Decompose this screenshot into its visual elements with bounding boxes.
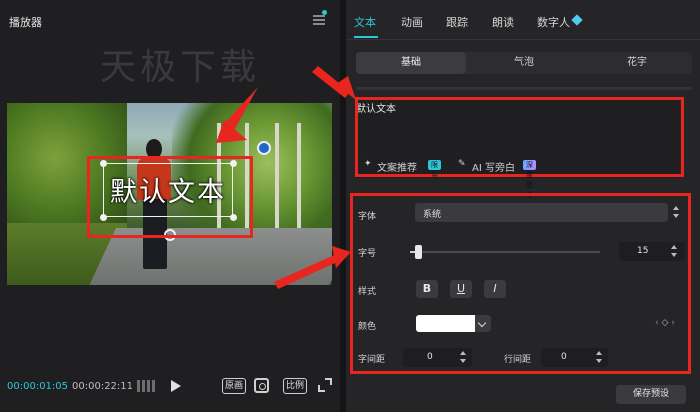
line-spacing-label: 行间距: [504, 355, 532, 365]
line-spacing-input[interactable]: 0: [541, 348, 608, 367]
size-label: 字号: [358, 249, 377, 259]
tab-tracking[interactable]: 跟踪: [446, 14, 468, 30]
menu-icon[interactable]: [313, 15, 325, 25]
letter-spacing-value: 0: [427, 352, 433, 362]
bold-button[interactable]: B: [416, 280, 438, 298]
watermark: 天极下载: [100, 47, 261, 88]
active-tab-indicator: [354, 36, 378, 38]
letter-spacing-label: 字间距: [358, 355, 386, 365]
divider: [356, 87, 692, 90]
subtab-bubble[interactable]: 气泡: [469, 52, 579, 74]
diamond-icon: [571, 14, 583, 26]
free-badge: 限免: [428, 160, 441, 179]
player-title: 播放器: [9, 16, 42, 29]
font-stepper-icon[interactable]: [673, 206, 679, 218]
notification-dot: [322, 10, 327, 15]
size-slider-knob[interactable]: [414, 245, 422, 259]
font-value: 系统: [423, 210, 442, 220]
deep-think-badge: 深度思考: [523, 160, 536, 199]
tab-text[interactable]: 文本: [354, 14, 376, 30]
chevron-right-icon[interactable]: ›: [671, 318, 675, 328]
style-label: 样式: [358, 287, 377, 297]
color-dropdown[interactable]: [475, 315, 491, 332]
font-select[interactable]: 系统: [415, 203, 668, 222]
road-sign: [257, 141, 271, 155]
chevron-down-icon: [477, 318, 487, 328]
color-label: 颜色: [358, 322, 377, 332]
size-slider[interactable]: [410, 245, 600, 259]
original-quality-button[interactable]: 原画: [222, 378, 247, 394]
subtab-basic[interactable]: 基础: [356, 52, 466, 74]
italic-button[interactable]: I: [484, 280, 506, 298]
fullscreen-icon[interactable]: [318, 378, 332, 392]
tab-bar: 文本 动画 跟踪 朗读 数字人: [346, 0, 700, 40]
letter-spacing-input[interactable]: 0: [403, 348, 472, 367]
color-swatch[interactable]: [416, 315, 475, 332]
chevron-left-icon[interactable]: ‹: [655, 318, 659, 328]
timeline-icon[interactable]: [137, 380, 155, 392]
font-label: 字体: [358, 212, 377, 222]
size-stepper-icon[interactable]: [671, 245, 677, 257]
subtab-bar: 基础 气泡 花字: [356, 52, 692, 74]
tab-animation[interactable]: 动画: [401, 14, 423, 30]
tab-digital-human[interactable]: 数字人: [537, 14, 570, 30]
size-input[interactable]: 15: [619, 242, 685, 261]
focus-icon[interactable]: [254, 378, 269, 393]
line-spacing-value: 0: [561, 352, 567, 362]
play-icon[interactable]: [171, 380, 181, 392]
underline-button[interactable]: U: [450, 280, 472, 298]
player-panel: 播放器 天极下载 默认文本 00:00:01:05 00:00:22:11 原画…: [0, 0, 340, 412]
letter-spacing-stepper-icon[interactable]: [460, 351, 466, 363]
keyframe-nav[interactable]: ‹ ◇ ›: [655, 318, 675, 328]
subtab-fancy-text[interactable]: 花字: [582, 52, 692, 74]
current-time: 00:00:01:05: [7, 381, 69, 392]
tab-reading[interactable]: 朗读: [492, 14, 514, 30]
save-preset-button[interactable]: 保存预设: [616, 385, 686, 404]
sparkle-icon: ✦: [364, 159, 372, 169]
pen-icon: ✎: [458, 159, 466, 169]
line-spacing-stepper-icon[interactable]: [596, 351, 602, 363]
keyframe-icon[interactable]: ◇: [661, 318, 668, 328]
annotation-box-video: [87, 156, 253, 238]
ratio-button[interactable]: 比例: [283, 378, 308, 394]
size-value: 15: [637, 246, 649, 256]
total-time: 00:00:22:11: [72, 381, 134, 392]
